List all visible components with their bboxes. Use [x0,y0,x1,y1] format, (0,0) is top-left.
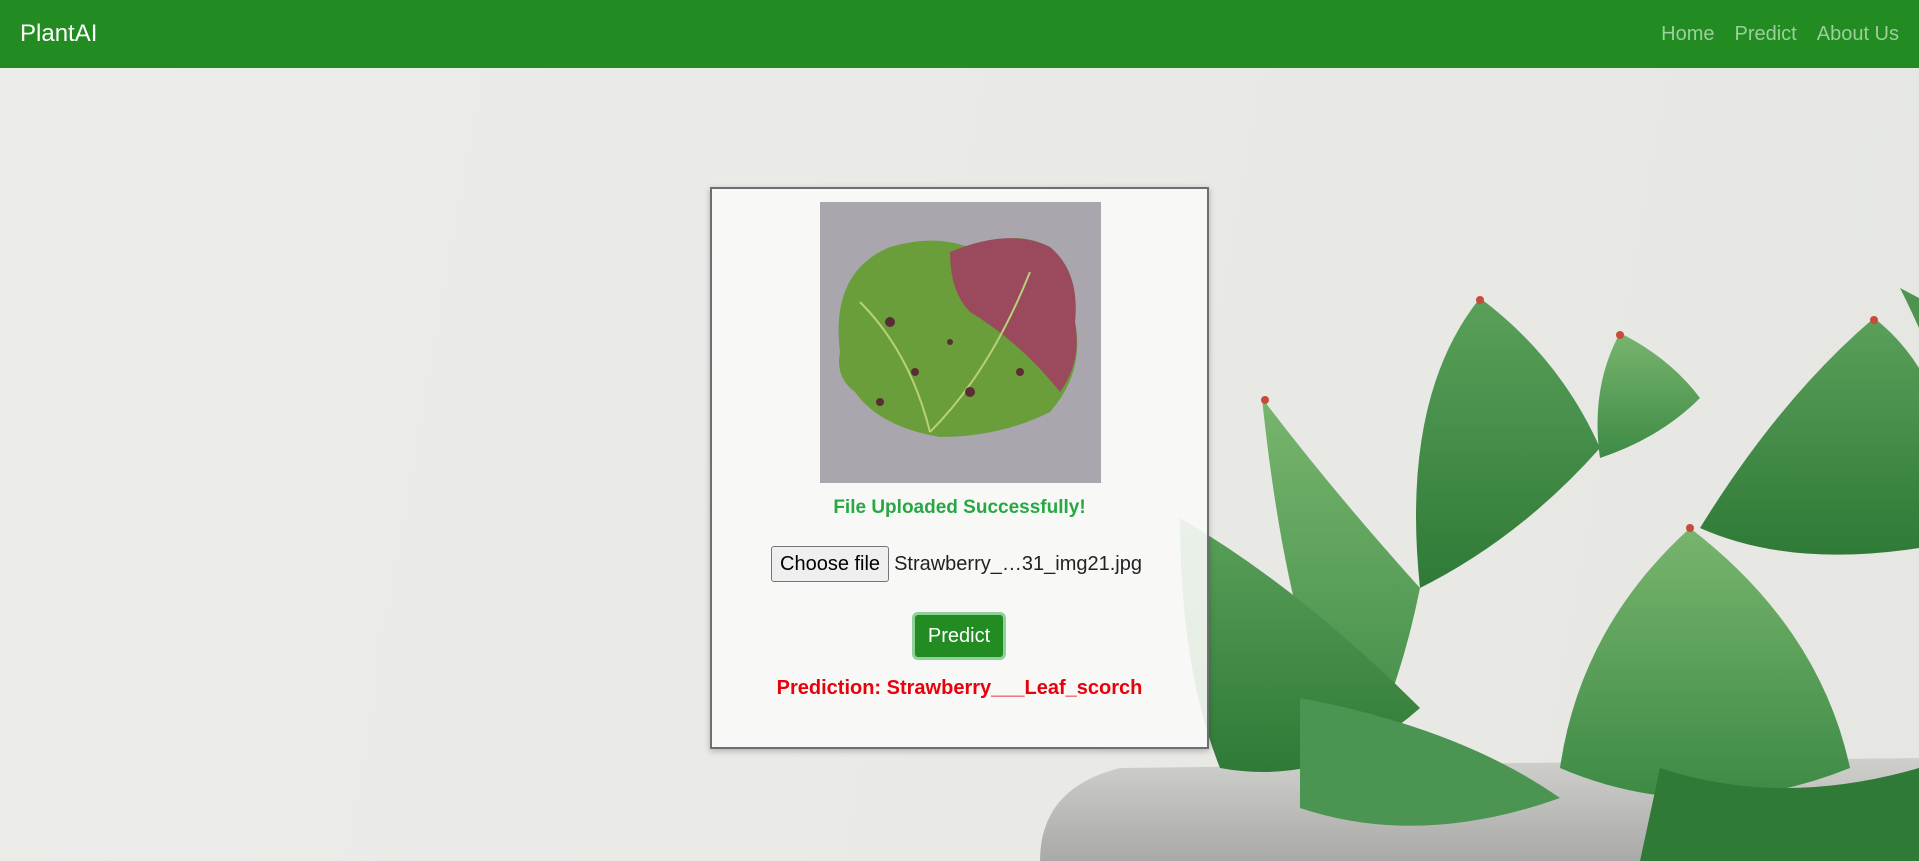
file-input[interactable]: Choose file Strawberry_…31_img21.jpg [771,546,1142,582]
leaf-preview-image [820,202,1101,483]
upload-status: File Uploaded Successfully! [833,497,1086,518]
nav-links: Home Predict About Us [1661,23,1899,46]
selected-file-name: Strawberry_…31_img21.jpg [894,552,1142,575]
upload-card: File Uploaded Successfully! Choose file … [710,187,1209,749]
nav-home[interactable]: Home [1661,23,1714,46]
prediction-result: Prediction: Strawberry___Leaf_scorch [776,677,1143,699]
navbar: PlantAI Home Predict About Us [0,0,1919,68]
predict-button[interactable]: Predict [912,612,1006,660]
nav-predict[interactable]: Predict [1734,23,1796,46]
brand-link[interactable]: PlantAI [20,20,97,48]
choose-file-button[interactable]: Choose file [771,546,890,582]
nav-about[interactable]: About Us [1817,23,1899,46]
